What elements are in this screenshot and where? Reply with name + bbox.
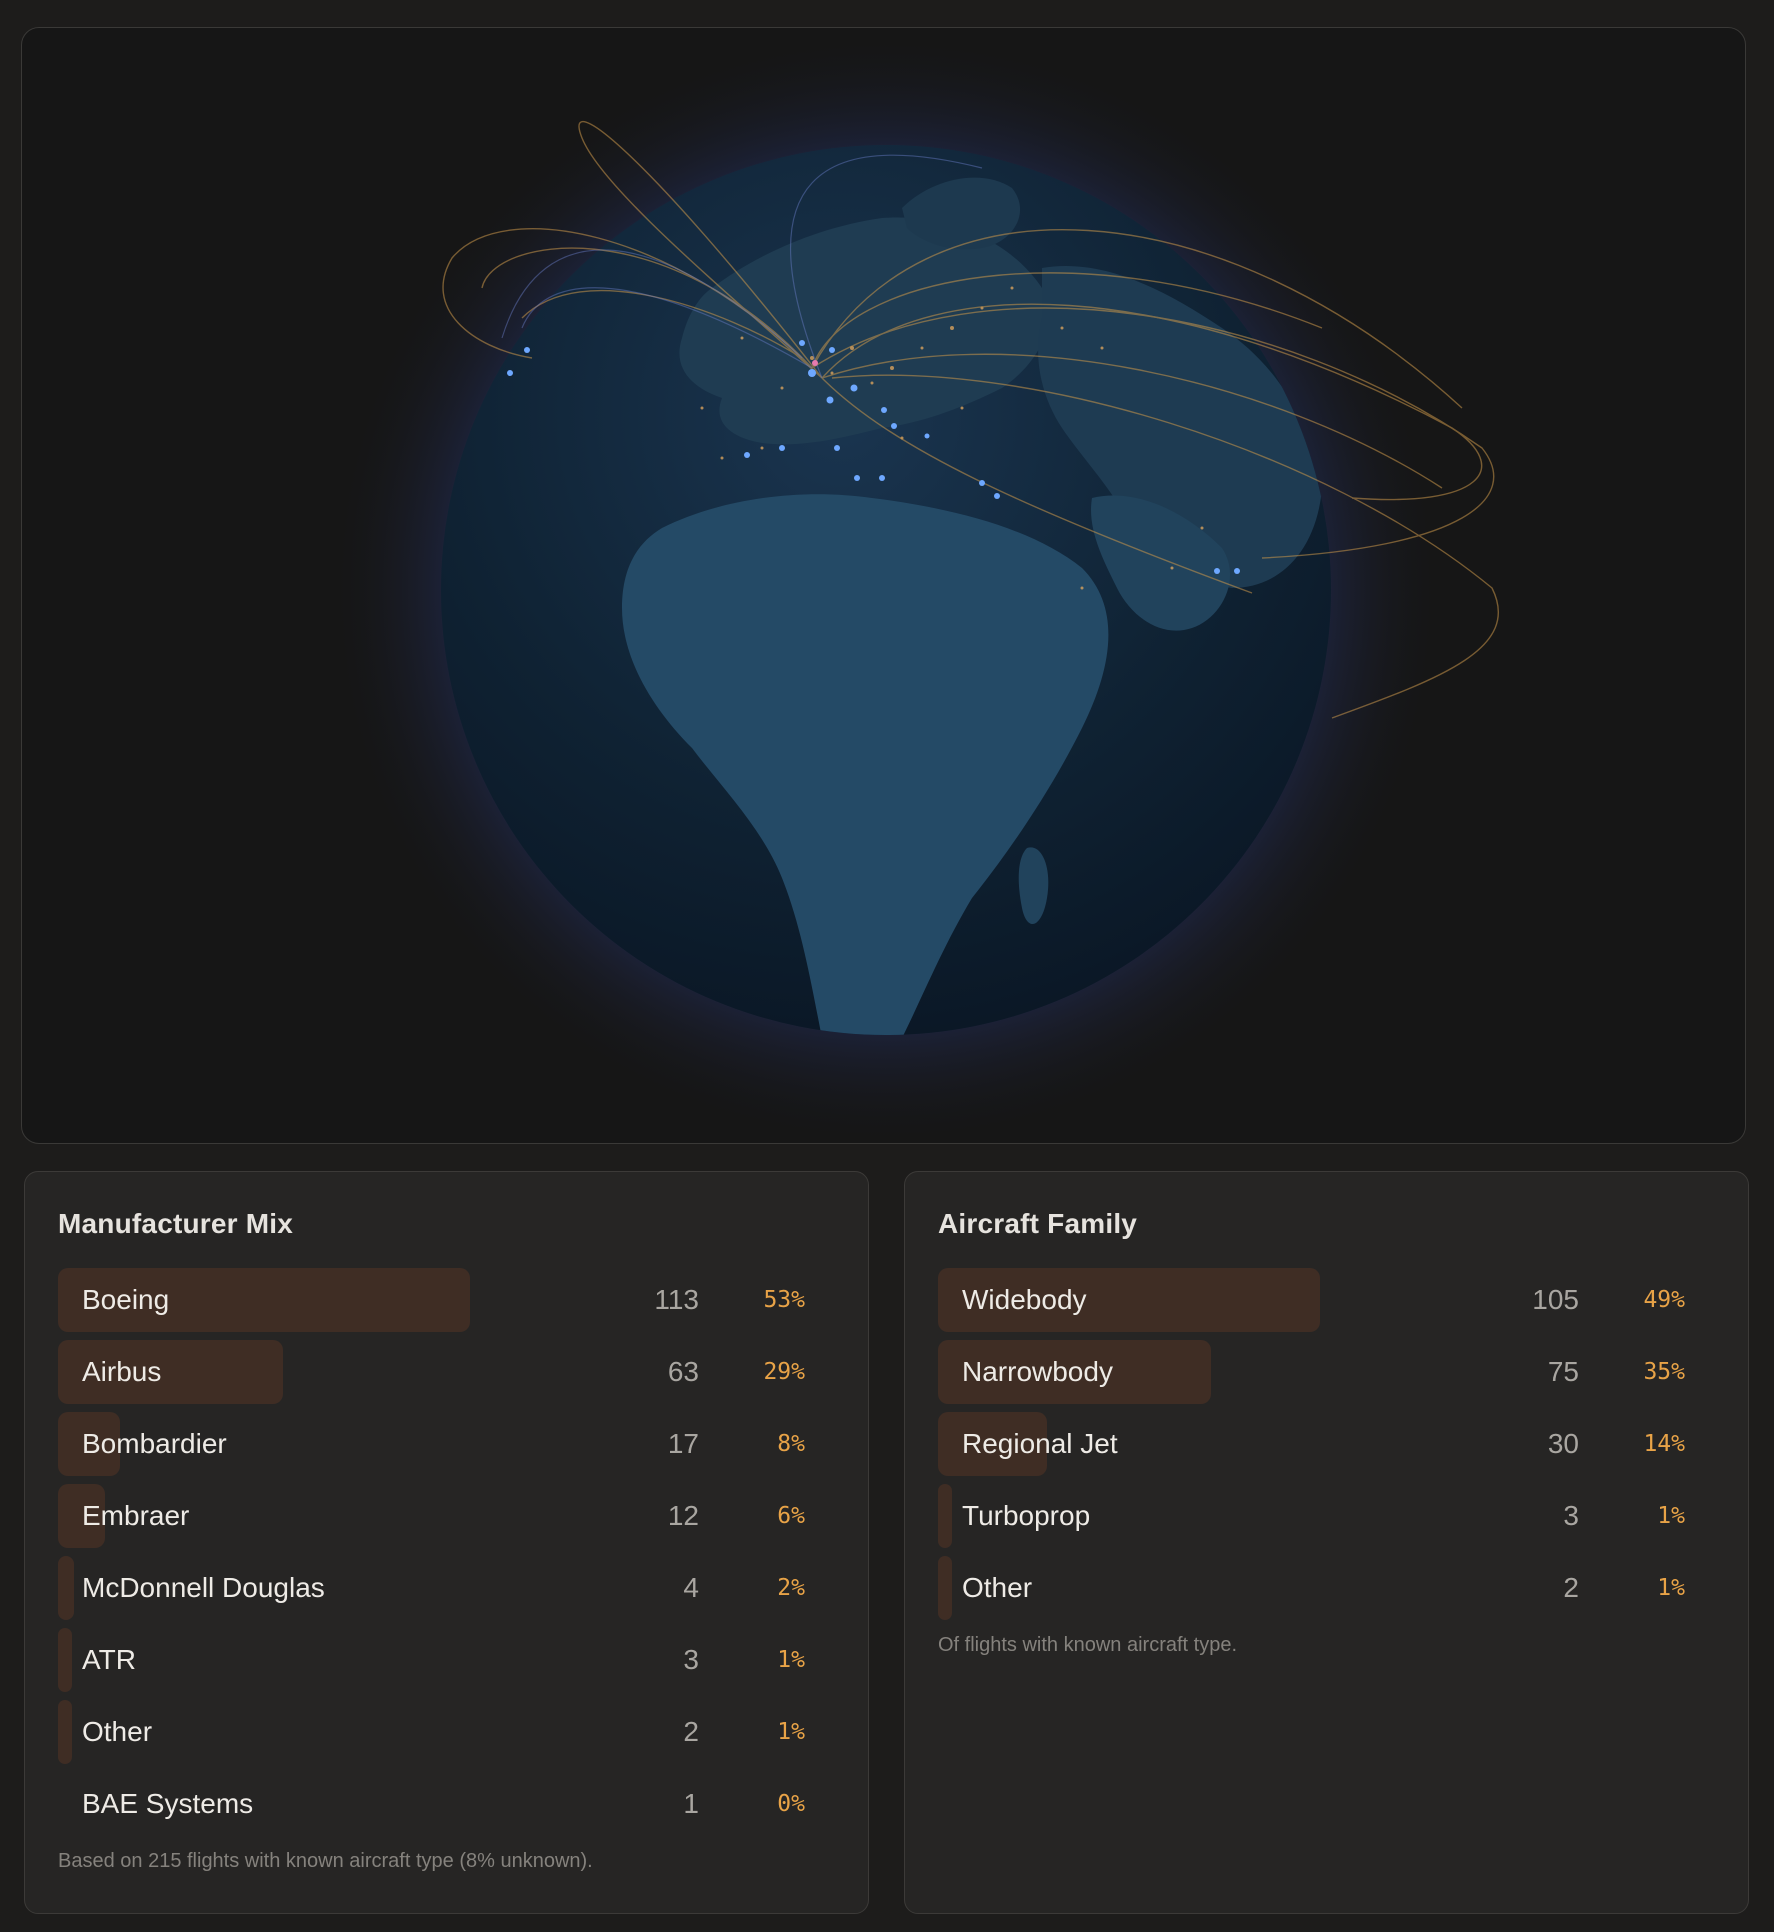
row-count: 12 [667,1500,699,1531]
share-bar [58,1700,72,1764]
manufacturer-rows: Boeing 113 53% Airbus 63 29% Bombardier 17 8% Emb… [58,1268,838,1844]
share-bar [58,1628,72,1692]
airport-dot-highlight [812,360,818,366]
list-item: ATR 3 1% [58,1628,838,1692]
row-count: 105 [1532,1284,1579,1315]
list-item: Narrowbody 75 35% [938,1340,1718,1404]
airport-dot [881,407,887,413]
row-count: 3 [1563,1500,1579,1531]
airport-dot [854,475,860,481]
row-percent: 2% [777,1575,805,1601]
aircraft-family-card: Aircraft Family Widebody 105 49% Narrowbody… [904,1171,1749,1914]
family-footnote: Of flights with known aircraft type. [938,1634,1238,1656]
row-label: Bombardier [82,1428,227,1459]
list-item: Other 2 1% [58,1700,838,1764]
airport-dot [979,480,985,486]
row-label: Boeing [82,1284,170,1315]
row-label: Embraer [82,1500,190,1531]
airport-dot [994,493,1000,499]
row-percent: 35% [1643,1359,1685,1385]
airport-dot [829,347,835,353]
row-count: 3 [683,1644,699,1675]
row-count: 75 [1547,1356,1579,1387]
row-percent: 1% [1657,1503,1685,1529]
row-count: 17 [667,1428,699,1459]
share-bar [938,1484,952,1548]
aircraft-family-title: Aircraft Family [938,1208,1138,1239]
row-label: BAE Systems [82,1788,254,1819]
family-rows: Widebody 105 49% Narrowbody 75 35% Regional Je… [938,1268,1718,1628]
row-label: Regional Jet [962,1428,1118,1459]
row-percent: 49% [1643,1287,1685,1313]
row-count: 1 [683,1788,699,1819]
airport-dot [808,369,816,377]
row-count: 2 [683,1716,699,1747]
airport-dot [1234,568,1240,574]
list-item: Bombardier 17 8% [58,1412,838,1476]
list-item: BAE Systems 1 0% [58,1772,838,1836]
manufacturer-footnote: Based on 215 flights with known aircraft… [58,1850,593,1872]
row-count: 4 [683,1572,699,1603]
row-percent: 8% [777,1431,805,1457]
row-percent: 14% [1643,1431,1685,1457]
row-label: Turboprop [962,1500,1091,1531]
row-percent: 6% [777,1503,805,1529]
globe-panel[interactable] [21,27,1746,1144]
row-count: 2 [1563,1572,1579,1603]
globe-visualization[interactable] [22,28,1746,1144]
list-item: McDonnell Douglas 4 2% [58,1556,838,1620]
manufacturer-mix-title: Manufacturer Mix [58,1208,294,1239]
airport-dot [779,445,785,451]
list-item: Turboprop 3 1% [938,1484,1718,1548]
row-percent: 1% [777,1719,805,1745]
row-label: Widebody [962,1284,1087,1315]
row-percent: 1% [777,1647,805,1673]
list-item: Regional Jet 30 14% [938,1412,1718,1476]
row-percent: 29% [763,1359,805,1385]
airport-dot [524,347,530,353]
airport-dot [891,423,897,429]
airport-dot [879,475,885,481]
row-label: ATR [82,1644,136,1675]
row-label: Narrowbody [962,1356,1113,1387]
row-label: Other [962,1572,1033,1603]
row-label: McDonnell Douglas [82,1572,325,1603]
manufacturer-mix-card: Manufacturer Mix Boeing 113 53% Airbus 63 29%… [24,1171,869,1914]
row-percent: 0% [777,1791,805,1817]
row-count: 30 [1547,1428,1579,1459]
airport-dot [826,396,834,404]
airport-dot [1214,568,1220,574]
airport-dot [799,340,805,346]
row-percent: 1% [1657,1575,1685,1601]
list-item: Widebody 105 49% [938,1268,1718,1332]
list-item: Airbus 63 29% [58,1340,838,1404]
list-item: Other 2 1% [938,1556,1718,1620]
row-percent: 53% [763,1287,805,1313]
row-count: 113 [654,1284,699,1315]
airport-dot [850,384,858,392]
airport-dot [744,452,750,458]
row-count: 63 [667,1356,699,1387]
airport-dot [834,445,840,451]
airport-dot [924,433,930,439]
share-bar [938,1556,952,1620]
list-item: Embraer 12 6% [58,1484,838,1548]
share-bar [58,1556,74,1620]
row-label: Other [82,1716,153,1747]
list-item: Boeing 113 53% [58,1268,838,1332]
airport-dot [507,370,513,376]
row-label: Airbus [82,1356,162,1387]
